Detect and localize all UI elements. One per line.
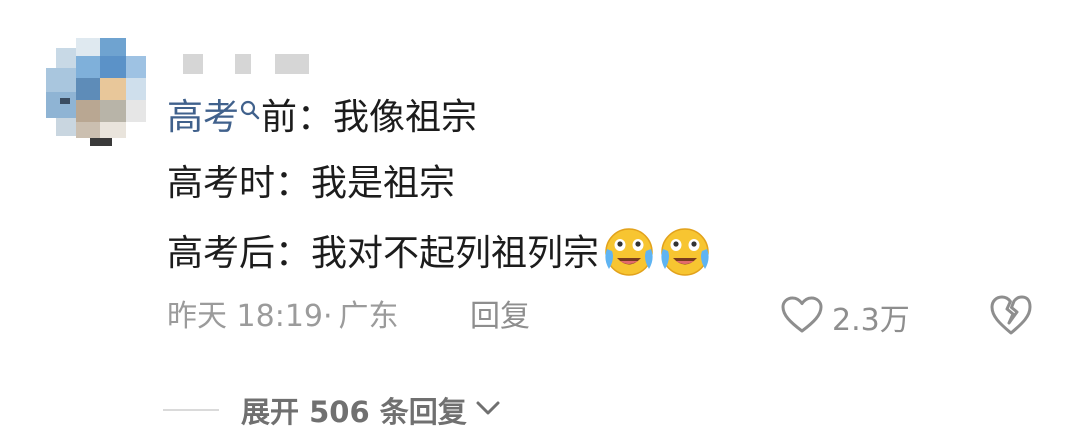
comment-meta: 昨天 18:19· 广东 [167, 295, 399, 339]
comment-line-1: 高考 前：我像祖宗 [167, 96, 477, 140]
expand-replies-label: 展开 506 条回复 [241, 395, 467, 429]
topic-link[interactable]: 高考 [167, 97, 239, 138]
broken-heart-icon [988, 295, 1034, 341]
avatar[interactable] [46, 38, 148, 146]
chevron-down-icon [475, 399, 501, 421]
comment-line-3: 高考后：我对不起列祖列宗 [167, 228, 711, 281]
comment-line-2: 高考时：我是祖宗 [167, 163, 456, 204]
crying-laughing-emoji-icon [603, 225, 655, 277]
comment-time: 昨天 18:19 [167, 299, 323, 334]
search-icon[interactable] [239, 88, 261, 132]
heart-icon [780, 295, 824, 339]
comment-line-1-text: 前：我像祖宗 [261, 97, 478, 138]
expand-replies[interactable]: 展开 506 条回复 [163, 388, 501, 432]
meta-separator: · [323, 299, 333, 334]
like-button[interactable]: 2.3万 [780, 292, 910, 342]
dislike-button[interactable] [988, 293, 1034, 341]
crying-laughing-emoji-icon [659, 225, 711, 277]
username-redacted[interactable] [183, 54, 313, 76]
like-count: 2.3万 [832, 303, 910, 338]
comment-location: 广东 [338, 299, 399, 334]
divider-dash [163, 409, 219, 411]
comment-line-3-text: 高考后：我对不起列祖列宗 [167, 233, 600, 274]
reply-button[interactable]: 回复 [470, 295, 530, 339]
